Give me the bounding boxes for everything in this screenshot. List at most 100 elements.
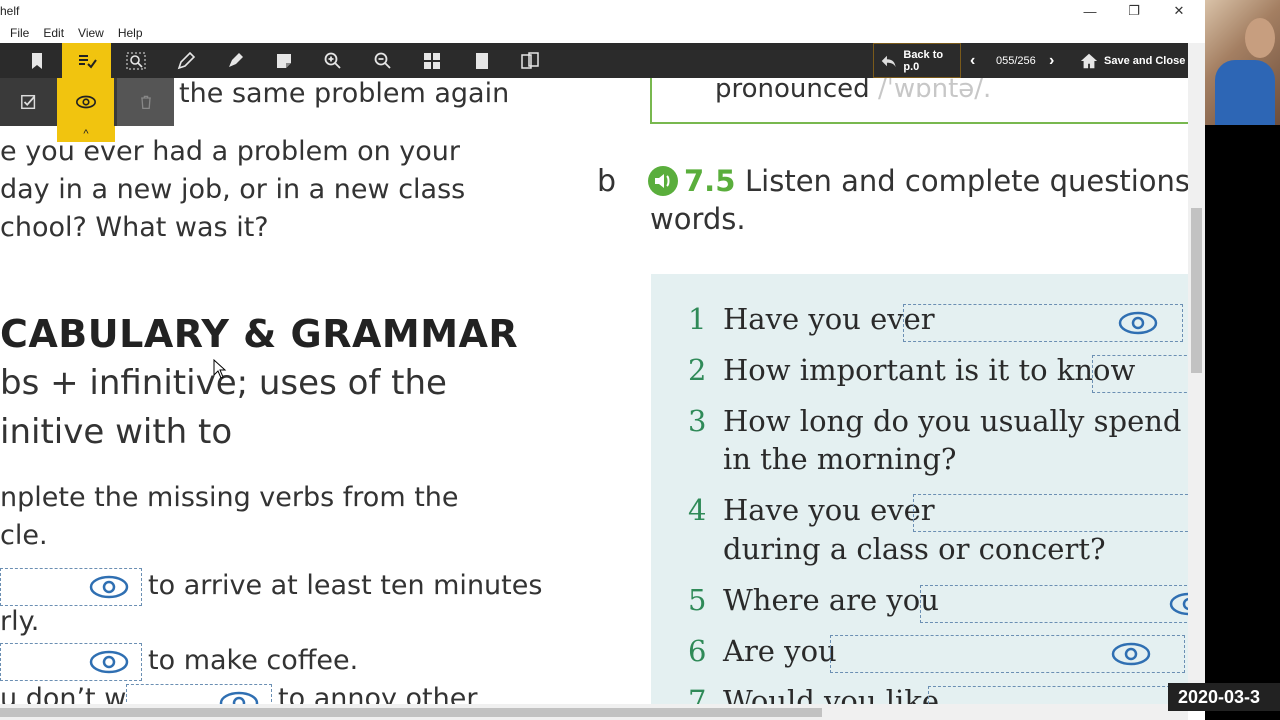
menu-view[interactable]: View bbox=[78, 26, 104, 40]
item-text: to make coffee. bbox=[148, 645, 359, 676]
window-titlebar: helf — ❐ ✕ bbox=[0, 0, 1205, 22]
subheading-line: initive with to bbox=[0, 412, 233, 452]
sticky-note-button[interactable] bbox=[259, 43, 308, 78]
menu-edit[interactable]: Edit bbox=[43, 26, 64, 40]
question-text: Have you ever bbox=[723, 493, 935, 527]
mouse-cursor-icon bbox=[213, 359, 227, 379]
scrollbar-thumb[interactable] bbox=[0, 708, 822, 717]
pencil-icon bbox=[177, 51, 195, 69]
item-text: rly. bbox=[0, 606, 40, 637]
question-text: during a class or concert? bbox=[723, 532, 1106, 566]
question-text: in the morning? bbox=[723, 442, 957, 476]
item-text: to arrive at least ten minutes bbox=[148, 570, 543, 601]
eye-icon bbox=[75, 95, 96, 109]
webcam-overlay bbox=[1205, 0, 1280, 125]
trash-icon bbox=[140, 95, 151, 110]
single-page-button[interactable] bbox=[457, 43, 506, 78]
audio-speaker-icon[interactable] bbox=[648, 166, 678, 196]
answer-field[interactable] bbox=[126, 684, 272, 704]
answer-field[interactable] bbox=[830, 635, 1185, 673]
question-number: 3 bbox=[688, 404, 707, 438]
thumbnails-button[interactable] bbox=[407, 43, 456, 78]
annotation-palette bbox=[0, 78, 174, 126]
menu-bar: File Edit View Help bbox=[0, 22, 1205, 43]
question-text: Where are you bbox=[723, 583, 939, 617]
question-text: How important is it to know bbox=[723, 353, 1136, 387]
page-spread-icon bbox=[520, 51, 539, 69]
highlighter-button[interactable] bbox=[210, 43, 259, 78]
close-button[interactable]: ✕ bbox=[1157, 0, 1201, 22]
pronunciation-text: pronounced /ˈwɒntə/. bbox=[715, 78, 991, 104]
prev-page-button[interactable]: ‹ bbox=[970, 43, 975, 78]
collapse-palette-button[interactable]: ^ bbox=[57, 126, 115, 142]
show-answers-button[interactable] bbox=[57, 78, 114, 126]
item-text: to annoy other bbox=[278, 683, 478, 704]
question-text: How long do you usually spend deci bbox=[723, 404, 1188, 438]
question-text: Would you like bbox=[723, 684, 940, 704]
answer-field[interactable] bbox=[928, 686, 1188, 704]
item-text: u don’t w bbox=[0, 683, 127, 704]
horizontal-scrollbar[interactable] bbox=[0, 704, 1188, 720]
back-to-page-label: Back to p.0 bbox=[903, 48, 944, 73]
chevron-left-icon: ‹ bbox=[970, 51, 976, 69]
list-check-icon bbox=[78, 54, 97, 69]
bookmark-icon bbox=[31, 52, 42, 69]
save-close-button[interactable]: Save and Close bbox=[1080, 43, 1185, 78]
instruction-line: nplete the missing verbs from the bbox=[0, 482, 459, 513]
date-overlay: 2020-03-3 bbox=[1168, 683, 1280, 711]
exercise-instruction: Listen and complete questions bbox=[745, 164, 1188, 198]
check-annotation-button[interactable] bbox=[0, 78, 57, 126]
zoom-out-button[interactable] bbox=[358, 43, 407, 78]
question-line: day in a new job, or in a new class bbox=[0, 174, 466, 205]
reveal-eye-icon[interactable] bbox=[89, 575, 129, 599]
chevron-right-icon: › bbox=[1049, 51, 1055, 69]
restore-button[interactable]: ❐ bbox=[1112, 0, 1156, 22]
exercise-letter: b bbox=[597, 164, 617, 199]
sticky-note-icon bbox=[276, 53, 291, 68]
question-number: 6 bbox=[688, 634, 707, 668]
pen-button[interactable] bbox=[161, 43, 210, 78]
two-page-button[interactable] bbox=[505, 43, 554, 78]
question-number: 7 bbox=[688, 684, 707, 704]
pron-word: pronounced bbox=[715, 78, 870, 104]
reveal-eye-icon[interactable] bbox=[1118, 311, 1158, 335]
reveal-eye-icon[interactable] bbox=[1169, 592, 1188, 616]
delete-button[interactable] bbox=[117, 78, 174, 126]
bookmark-button[interactable] bbox=[12, 43, 61, 78]
grid-icon bbox=[423, 52, 440, 69]
reveal-eye-icon[interactable] bbox=[219, 691, 259, 704]
scrollbar-thumb[interactable] bbox=[1191, 208, 1202, 373]
track-number: 7.5 bbox=[684, 164, 736, 198]
vertical-scrollbar[interactable] bbox=[1188, 43, 1205, 704]
checkbox-icon bbox=[20, 94, 35, 110]
page-icon bbox=[475, 52, 488, 69]
zoom-select-button[interactable] bbox=[111, 43, 160, 78]
page-indicator[interactable]: 055/256 bbox=[996, 43, 1036, 78]
answer-field[interactable] bbox=[903, 304, 1183, 342]
minimize-button[interactable]: — bbox=[1068, 0, 1112, 22]
question-number: 2 bbox=[688, 353, 707, 387]
question-number: 1 bbox=[688, 302, 707, 336]
reveal-eye-icon[interactable] bbox=[1111, 642, 1151, 666]
exercise-instruction-cont: words. bbox=[650, 202, 746, 236]
answer-field[interactable] bbox=[0, 568, 142, 606]
zoom-in-button[interactable] bbox=[308, 43, 357, 78]
answer-field[interactable] bbox=[0, 643, 142, 681]
back-arrow-icon bbox=[881, 55, 896, 67]
answer-field[interactable] bbox=[913, 494, 1188, 532]
document-page: ; never had the same problem again e you… bbox=[0, 78, 1188, 704]
main-toolbar: Back to p.0 ‹ 055/256 › Save and Close bbox=[0, 43, 1188, 78]
area-zoom-icon bbox=[126, 52, 145, 69]
highlighter-icon bbox=[228, 52, 243, 67]
answer-field[interactable] bbox=[920, 585, 1188, 623]
section-heading: CABULARY & GRAMMAR bbox=[0, 312, 519, 356]
home-icon bbox=[1080, 53, 1098, 68]
next-page-button[interactable]: › bbox=[1049, 43, 1054, 78]
zoom-in-icon bbox=[324, 52, 341, 69]
reveal-eye-icon[interactable] bbox=[89, 650, 129, 674]
back-to-page-button[interactable]: Back to p.0 bbox=[873, 43, 961, 78]
answer-field[interactable] bbox=[1092, 355, 1188, 393]
menu-help[interactable]: Help bbox=[118, 26, 143, 40]
menu-file[interactable]: File bbox=[10, 26, 29, 40]
annotation-list-button[interactable] bbox=[62, 43, 111, 78]
